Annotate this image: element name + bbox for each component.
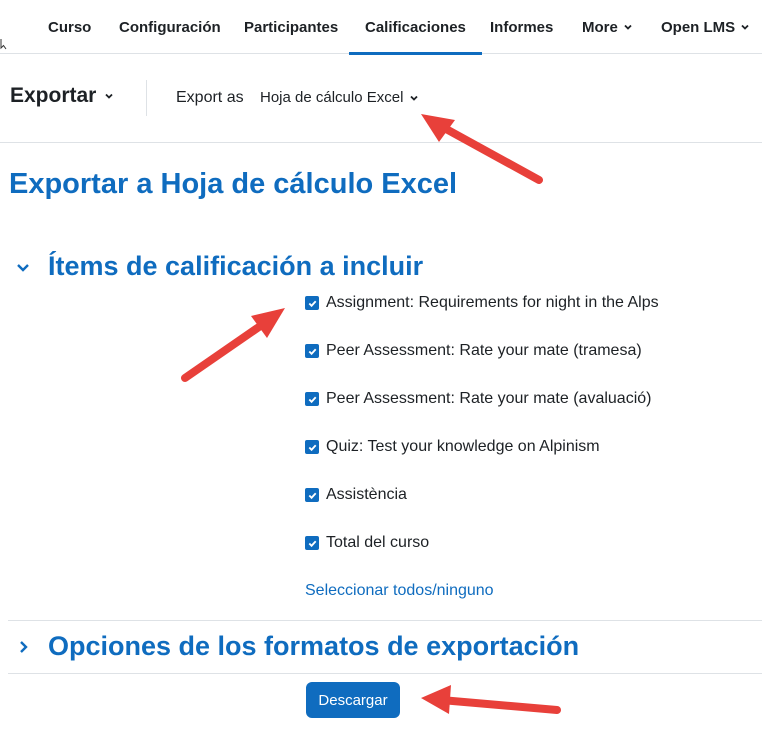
chevron-down-icon (410, 95, 419, 101)
nav-item-label: Calificaciones (365, 18, 466, 36)
grade-item-checkbox[interactable] (305, 296, 319, 310)
format-options-section-toggle[interactable]: Opciones de los formatos de exportación (14, 631, 579, 662)
check-icon (308, 540, 316, 547)
chevron-down-icon (105, 93, 113, 99)
select-all-none-link[interactable]: Seleccionar todos/ninguno (305, 582, 494, 600)
grade-items-section-toggle[interactable]: Ítems de calificación a incluir (14, 251, 423, 282)
nav-item-label: Participantes (244, 18, 339, 36)
nav-item-label: Informes (490, 18, 554, 36)
mouse-cursor-icon (0, 39, 7, 50)
grade-item-label[interactable]: Peer Assessment: Rate your mate (tramesa… (326, 342, 642, 360)
grade-item-row: Assistència (305, 486, 407, 504)
chevron-right-icon (20, 640, 28, 653)
grade-items-section-title: Ítems de calificación a incluir (48, 251, 424, 281)
red-arrow-annotation (421, 685, 561, 714)
page-title: Exportar a Hoja de cálculo Excel (9, 168, 458, 200)
nav-item-curso[interactable]: Curso (48, 0, 91, 54)
grade-item-checkbox[interactable] (305, 488, 319, 502)
chevron-down-icon (624, 24, 632, 30)
grade-item-label[interactable]: Total del curso (326, 534, 429, 552)
grade-item-row: Peer Assessment: Rate your mate (tramesa… (305, 342, 642, 360)
nav-item-open-lms[interactable]: Open LMS (661, 0, 750, 54)
nav-item-label: Configuración (119, 18, 221, 36)
export-format-select[interactable]: Hoja de cálculo Excel (260, 89, 419, 106)
grade-item-label[interactable]: Assignment: Requirements for night in th… (326, 294, 659, 312)
nav-item-participantes[interactable]: Participantes (244, 0, 338, 54)
vertical-divider (146, 80, 147, 116)
export-format-value: Hoja de cálculo Excel (260, 89, 404, 106)
grade-item-row: Quiz: Test your knowledge on Alpinism (305, 438, 600, 456)
check-icon (308, 492, 316, 499)
grade-item-row: Assignment: Requirements for night in th… (305, 294, 659, 312)
check-icon (308, 444, 316, 451)
check-icon (308, 396, 316, 403)
grade-item-row: Total del curso (305, 534, 429, 552)
nav-item-label: Open LMS (661, 18, 736, 36)
grade-item-checkbox[interactable] (305, 392, 319, 406)
nav-item-informes[interactable]: Informes (490, 0, 553, 54)
export-as-label: Export as (176, 89, 244, 106)
nav-item-label: Curso (48, 18, 92, 36)
format-options-section-title: Opciones de los formatos de exportación (48, 631, 580, 661)
secondary-navigation: Curso Configuración Participantes Califi… (0, 0, 762, 55)
export-action-label: Exportar (10, 84, 97, 107)
red-arrow-annotation (181, 308, 285, 382)
nav-item-calificaciones[interactable]: Calificaciones (349, 0, 482, 55)
nav-item-configuracion[interactable]: Configuración (119, 0, 221, 54)
grade-item-label[interactable]: Assistència (326, 486, 407, 504)
nav-item-label: More (582, 18, 618, 36)
grade-item-checkbox[interactable] (305, 344, 319, 358)
chevron-down-icon (741, 24, 749, 30)
grade-item-label[interactable]: Quiz: Test your knowledge on Alpinism (326, 438, 600, 456)
chevron-down-icon (17, 263, 29, 272)
section-divider (8, 673, 762, 674)
nav-item-more[interactable]: More (582, 0, 633, 54)
grade-item-row: Peer Assessment: Rate your mate (avaluac… (305, 390, 651, 408)
grade-item-checkbox[interactable] (305, 440, 319, 454)
export-action-menu[interactable]: Exportar (10, 84, 114, 108)
grade-item-checkbox[interactable] (305, 536, 319, 550)
grade-item-label[interactable]: Peer Assessment: Rate your mate (avaluac… (326, 390, 651, 408)
check-icon (308, 300, 316, 307)
check-icon (308, 348, 316, 355)
download-button[interactable]: Descargar (306, 682, 400, 718)
section-divider (8, 620, 762, 621)
